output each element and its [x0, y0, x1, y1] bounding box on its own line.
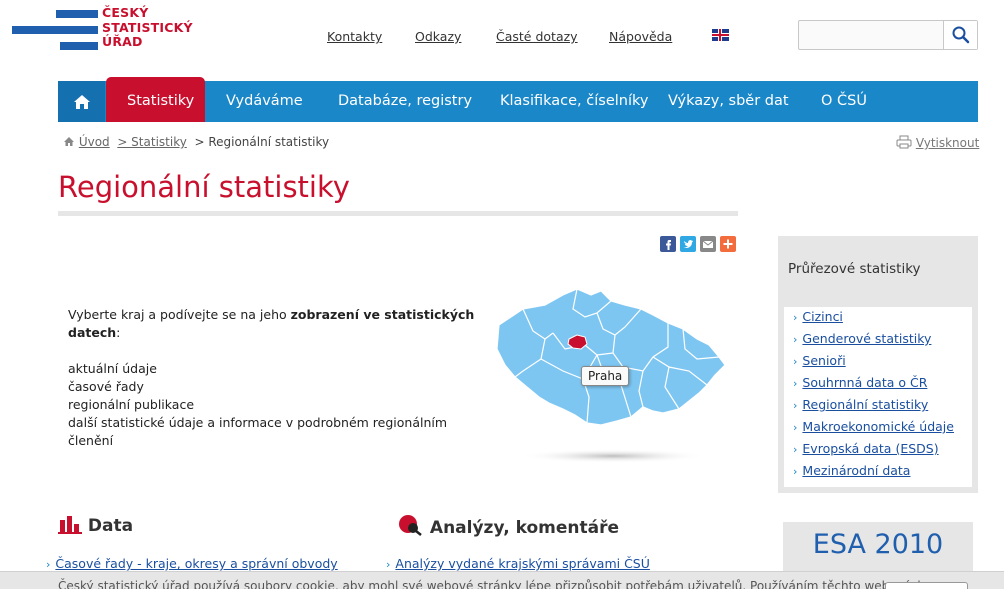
- section-data-title: Data: [58, 514, 133, 536]
- intro-text: Vyberte kraj a podívejte se na jeho zobr…: [68, 306, 488, 450]
- cookie-text: Český statistický úřad používá soubory c…: [58, 579, 926, 589]
- breadcrumb-current: > Regionální statistiky: [194, 135, 330, 149]
- intro-item: regionální publikace: [68, 397, 195, 412]
- nav-item-klasifikace[interactable]: Klasifikace, číselníky: [500, 81, 648, 122]
- chevron-right-icon: ›: [386, 558, 391, 571]
- breadcrumb-statistiky[interactable]: > Statistiky: [117, 135, 187, 149]
- sidebar-links: › Cizinci › Genderové statistiky › Senioři …: [784, 307, 972, 487]
- chevron-right-icon: ›: [46, 558, 51, 571]
- logo-bar: [56, 10, 98, 18]
- chevron-right-icon: ›: [793, 421, 798, 434]
- search-button[interactable]: [943, 21, 977, 49]
- sidebar-item-mezinarodni[interactable]: › Mezinárodní data: [793, 463, 910, 478]
- intro-item: aktuální údaje: [68, 361, 157, 376]
- nav-item-statistiky[interactable]: Statistiky: [127, 81, 194, 122]
- map-tooltip: Praha: [581, 366, 630, 386]
- intro-lead: Vyberte kraj a podívejte se na jeho zobr…: [68, 307, 475, 340]
- email-icon[interactable]: [700, 236, 716, 252]
- sidebar-item-cizinci[interactable]: › Cizinci: [793, 309, 843, 324]
- esa-2010-banner[interactable]: ESA 2010: [783, 522, 973, 572]
- bar-chart-icon: [58, 516, 82, 534]
- sidebar-item-seniori[interactable]: › Senioři: [793, 353, 846, 368]
- chevron-right-icon: ›: [793, 399, 798, 412]
- map-shadow: [518, 449, 708, 463]
- search-input[interactable]: [799, 21, 944, 49]
- search-icon: [952, 26, 970, 44]
- print-link-wrap: Vytisknout: [896, 135, 979, 150]
- analyzy-link-krajske[interactable]: › Analýzy vydané krajskými správami ČSÚ: [386, 556, 650, 571]
- nav-item-databaze[interactable]: Databáze, registry: [338, 81, 472, 122]
- logo-bar: [60, 42, 98, 50]
- intro-item: časové řady: [68, 379, 144, 394]
- logo-text: ČESKÝ STATISTICKÝ ÚŘAD: [102, 5, 193, 49]
- section-analyzy-title: Analýzy, komentáře: [398, 514, 619, 538]
- home-icon: [74, 95, 90, 109]
- data-link-casove-rady[interactable]: › Časové řady - kraje, okresy a správní o…: [46, 556, 338, 571]
- sidebar-prurezove: Průřezové statistiky › Cizinci › Genderové…: [778, 236, 978, 493]
- nav-item-o-csu[interactable]: O ČSÚ: [821, 81, 867, 122]
- csu-logo[interactable]: ČESKÝ STATISTICKÝ ÚŘAD: [12, 5, 202, 56]
- map-country-shape: [496, 288, 726, 426]
- twitter-icon[interactable]: [680, 236, 696, 252]
- logo-bar: [12, 26, 98, 34]
- nav-item-vydavame[interactable]: Vydáváme: [226, 81, 303, 122]
- link-odkazy[interactable]: Odkazy: [415, 29, 461, 44]
- main-nav: Statistiky Vydáváme Databáze, registry K…: [58, 77, 978, 122]
- intro-list: aktuální údaje časové řady regionální pu…: [68, 360, 488, 450]
- breadcrumb-home[interactable]: Úvod: [79, 135, 110, 149]
- sidebar-title: Průřezové statistiky: [788, 261, 921, 277]
- title-underline: [58, 211, 738, 216]
- sidebar-item-regionalni[interactable]: › Regionální statistiky: [793, 397, 928, 412]
- sidebar-item-makroekonomicke[interactable]: › Makroekonomické údaje: [793, 419, 954, 434]
- chevron-right-icon: ›: [793, 333, 798, 346]
- nav-item-vykazy[interactable]: Výkazy, sběr dat: [668, 81, 789, 122]
- printer-icon: [896, 135, 912, 149]
- nav-home-button[interactable]: [58, 81, 105, 122]
- link-caste-dotazy[interactable]: Časté dotazy: [496, 29, 578, 44]
- chevron-right-icon: ›: [793, 377, 798, 390]
- intro-item: další statistické údaje a informace v po…: [68, 415, 448, 448]
- cookie-bar: Český statistický úřad používá soubory c…: [0, 571, 1004, 589]
- share-more-icon[interactable]: [720, 236, 736, 252]
- facebook-icon[interactable]: [660, 236, 676, 252]
- english-flag-icon[interactable]: [712, 29, 729, 41]
- link-kontakty[interactable]: Kontakty: [327, 29, 382, 44]
- search-box: [798, 20, 978, 50]
- sidebar-item-souhrnna[interactable]: › Souhrnná data o ČR: [793, 375, 927, 390]
- breadcrumb: Úvod > Statistiky > Regionální statistik…: [63, 135, 329, 149]
- link-napoveda[interactable]: Nápověda: [609, 29, 672, 44]
- home-small-icon: [64, 137, 74, 146]
- sidebar-item-genderove[interactable]: › Genderové statistiky: [793, 331, 931, 346]
- chevron-right-icon: ›: [793, 443, 798, 456]
- chevron-right-icon: ›: [793, 465, 798, 478]
- comment-magnifier-icon: [399, 515, 422, 536]
- chevron-right-icon: ›: [793, 355, 798, 368]
- page-title: Regionální statistiky: [58, 170, 350, 204]
- cookie-accept-button[interactable]: [885, 582, 968, 589]
- print-link[interactable]: Vytisknout: [916, 136, 980, 150]
- chevron-right-icon: ›: [793, 311, 798, 324]
- sidebar-item-evropska[interactable]: › Evropská data (ESDS): [793, 441, 939, 456]
